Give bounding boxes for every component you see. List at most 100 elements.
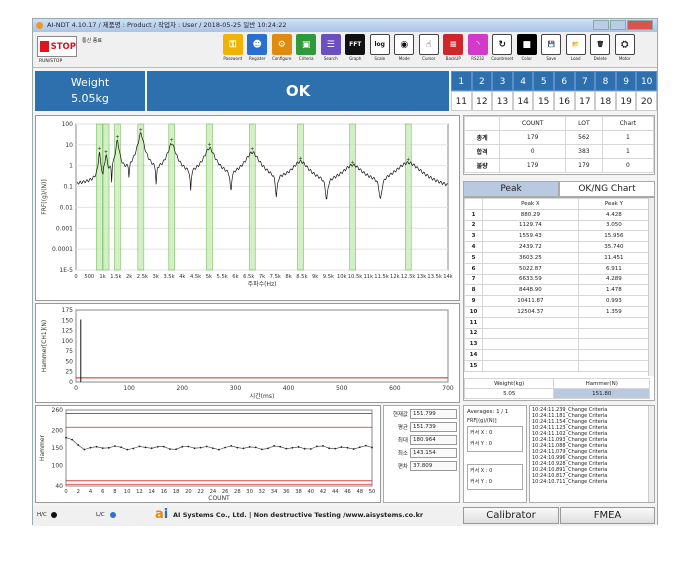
color-button[interactable]: ■ Color <box>515 34 539 61</box>
peak-index: 5 <box>464 251 483 264</box>
peak-y-cell: 3.050 <box>577 219 651 232</box>
channel-7[interactable]: 7 <box>574 71 596 91</box>
table-row[interactable]: 13 <box>464 338 651 351</box>
table-row[interactable]: 3 1559.43 15.956 <box>464 230 651 243</box>
count-header: Chart <box>601 116 655 131</box>
criteria-band <box>102 123 110 271</box>
minimize-button[interactable] <box>593 20 609 30</box>
peak-y-cell: 35.740 <box>577 241 651 253</box>
table-row[interactable]: 9 10411.87 0.993 <box>464 295 651 307</box>
peak-y-cell: 4.428 <box>577 208 651 221</box>
x-tick-label: 14k <box>443 274 453 280</box>
y-tick-label: 100 <box>62 338 74 345</box>
channel-4[interactable]: 4 <box>512 71 534 91</box>
hammer-chart-panel[interactable]: 175 150 125 100 75 50 25 0 0 100 200 300 400 500 600 70… <box>35 303 460 403</box>
x-tick-label: 500 <box>84 274 94 280</box>
x-tick-label: 28 <box>234 489 241 495</box>
x-tick-label: 2.5k <box>137 274 148 280</box>
channel-10[interactable]: 10 <box>636 71 657 91</box>
event-log[interactable]: 10:24:11.239_Change Criteria 10:24:11.181… <box>529 405 655 503</box>
graph-button[interactable]: FFT Graph <box>344 34 368 61</box>
mode-button[interactable]: ◉ Mode <box>393 34 417 61</box>
comm-status: 통신 종료 <box>82 38 102 44</box>
channel-13[interactable]: 13 <box>492 91 513 111</box>
configure-button[interactable]: ⚙ Configure <box>270 34 294 61</box>
channel-5[interactable]: 5 <box>533 71 554 91</box>
channel-6[interactable]: 6 <box>554 71 575 91</box>
delete-button[interactable]: 🗑 Delete <box>589 34 613 61</box>
peak-table-scrollbar[interactable] <box>648 198 654 376</box>
rs232-button[interactable]: ◝ RS232 <box>466 34 490 61</box>
password-button[interactable]: ⚿ Password <box>221 34 245 61</box>
fmea-button[interactable]: FMEA <box>560 507 655 524</box>
motor-button[interactable]: ⛭ Motor <box>613 34 637 61</box>
table-row[interactable]: 6 5022.87 6.911 <box>464 262 651 275</box>
save-button[interactable]: 💾 Save <box>540 34 564 61</box>
peak-y-cell: 1.359 <box>577 305 651 318</box>
criteria-button[interactable]: ▣ Criteria <box>295 34 319 61</box>
table-row[interactable]: 15 <box>464 359 651 372</box>
channel-15[interactable]: 15 <box>533 91 554 111</box>
frf-chart-panel[interactable]: 100 10 1 0.1 0.01 0.001 0.0001 1E-5 0 500 1k 1.5k 2k… <box>35 115 460 301</box>
peak-marker: + <box>351 160 355 166</box>
stop-button[interactable]: STOP <box>37 36 77 57</box>
channel-14[interactable]: 14 <box>512 91 534 111</box>
channel-3[interactable]: 3 <box>492 71 513 91</box>
peak-table-footer: Weight(kg) Hammer(N) 5.05 151.80 <box>464 378 650 399</box>
table-row[interactable]: 10 12504.37 1.359 <box>464 305 651 318</box>
table-row[interactable]: 1 880.29 4.428 <box>464 208 651 221</box>
table-row[interactable]: 7 6633.59 4.289 <box>464 273 651 286</box>
tool-label: Scale <box>374 56 386 61</box>
search-button[interactable]: ☰ Search <box>319 34 343 61</box>
maximize-button[interactable] <box>610 20 626 30</box>
x-tick-label: 14 <box>148 489 155 495</box>
close-button[interactable] <box>627 20 653 30</box>
tool-buttons: ⚿ Password ☻ Register ⚙ Configure ▣ Criteria ☰ Se… <box>221 34 637 61</box>
table-row[interactable]: 12 <box>464 327 651 340</box>
table-row[interactable]: 5 3603.25 11.451 <box>464 251 651 264</box>
peak-x-cell <box>482 338 579 351</box>
scale-button[interactable]: log Scale <box>368 34 392 61</box>
peak-x-cell: 3603.25 <box>482 251 579 264</box>
countreset-button[interactable]: ↻ Countreset <box>491 34 515 61</box>
load-button[interactable]: 📂 Load <box>564 34 588 61</box>
channel-12[interactable]: 12 <box>471 91 493 111</box>
cursor-button[interactable]: ☝ Cursor <box>417 34 441 61</box>
peak-marker: + <box>250 147 254 153</box>
channel-18[interactable]: 18 <box>595 91 616 111</box>
stat-label: 현재값 <box>392 412 408 418</box>
register-button[interactable]: ☻ Register <box>246 34 270 61</box>
table-row[interactable]: 4 2439.72 35.740 <box>464 241 651 253</box>
channel-19[interactable]: 19 <box>615 91 637 111</box>
trend-chart-panel[interactable]: 260 200 150 100 40 0 2 4 6 8 10 12 14 16 18 20 22 24 26 28 3… <box>35 405 381 503</box>
channel-16[interactable]: 16 <box>554 91 575 111</box>
footer-bar: H/C L/C ai AI Systems Co., Ltd. | Non de… <box>33 506 657 526</box>
tab-peak[interactable]: Peak <box>463 181 559 197</box>
channel-20[interactable]: 20 <box>636 91 657 111</box>
table-row[interactable]: 2 1129.74 3.050 <box>464 219 651 232</box>
channel-2[interactable]: 2 <box>471 71 493 91</box>
channel-selector: 1 2 3 4 5 6 7 8 9 10 11 12 13 14 15 16 17 18 19 20 <box>451 71 657 111</box>
table-row: 총계 179 562 1 <box>463 130 655 145</box>
table-row: 불량 179 179 0 <box>463 158 655 173</box>
channel-17[interactable]: 17 <box>574 91 596 111</box>
channel-11[interactable]: 11 <box>451 91 472 111</box>
tab-okng-chart[interactable]: OK/NG Chart <box>559 181 655 197</box>
tool-label: Criteria <box>298 56 314 61</box>
log-scrollbar[interactable] <box>648 406 654 502</box>
peak-y-cell: 15.956 <box>577 230 651 243</box>
table-row[interactable]: 14 <box>464 349 651 361</box>
table-row[interactable]: 11 <box>464 316 651 329</box>
x-tick-label: 0 <box>74 385 78 392</box>
lc-indicator <box>110 512 116 518</box>
y-tick-label: 1 <box>69 163 73 170</box>
count-table-panel: COUNT LOT Chart 총계 179 562 1 합격 0 383 1 불량 179 179 0 <box>463 115 655 175</box>
calibrator-button[interactable]: Calibrator <box>463 507 559 524</box>
x-tick-label: 0 <box>64 489 67 495</box>
criteria-band <box>297 123 304 271</box>
channel-9[interactable]: 9 <box>615 71 637 91</box>
channel-1[interactable]: 1 <box>451 71 472 91</box>
table-row[interactable]: 8 8448.90 1.478 <box>464 284 651 297</box>
channel-8[interactable]: 8 <box>595 71 616 91</box>
backup-button[interactable]: ≡ BackUP <box>442 34 466 61</box>
